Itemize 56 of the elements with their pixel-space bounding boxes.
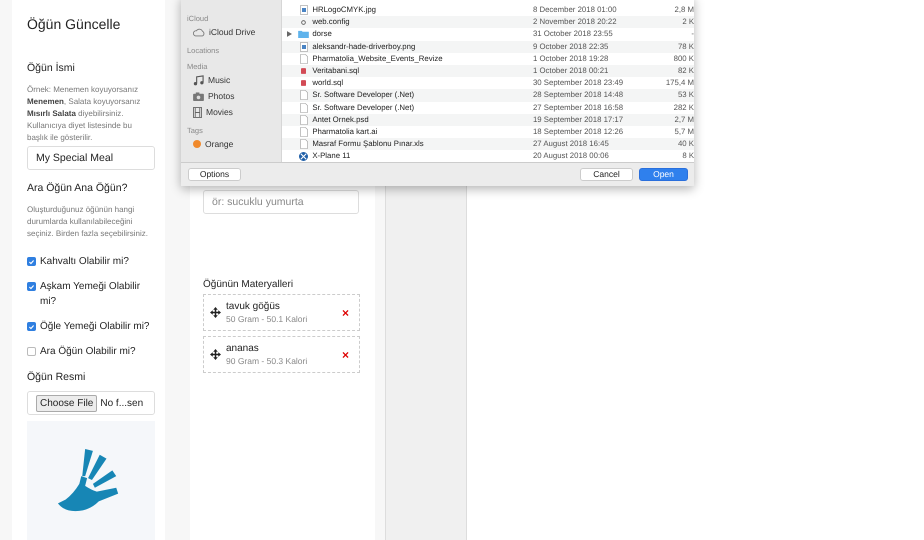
page-title: Öğün Güncelle <box>27 16 122 32</box>
meal-name-field[interactable]: My Special Meal <box>27 146 155 170</box>
camera-icon <box>193 92 204 100</box>
ingredient-detail: 50 Gram - 50.1 Kalori <box>226 312 308 326</box>
move-icon[interactable] <box>210 307 221 318</box>
document-icon <box>300 139 308 150</box>
sidebar-item[interactable]: Music <box>187 72 281 88</box>
document-icon <box>300 102 308 113</box>
checkbox-label: Kahvaltı Olabilir mi? <box>40 255 130 269</box>
field-label: Öğün İsmi <box>27 62 76 75</box>
sidebar-item-label: iCloud Drive <box>209 26 256 39</box>
film-icon <box>193 106 202 118</box>
checkbox-label: Öğle Yemeği Olabilir mi? <box>40 320 150 334</box>
sidebar-item-label: Photos <box>208 90 234 103</box>
move-icon[interactable] <box>210 349 221 360</box>
file-input[interactable]: Choose File No f...sen <box>27 391 155 415</box>
sidebar-item-label: Music <box>208 74 230 87</box>
sidebar-item[interactable]: Photos <box>187 88 281 104</box>
music-note-icon <box>193 74 204 86</box>
ingredient-detail: 90 Gram - 50.3 Kalori <box>226 354 308 368</box>
section-heading: Öğünün Materyalleri <box>203 278 294 291</box>
ingredient-item[interactable]: ananas 90 Gram - 50.3 Kalori × <box>203 336 360 373</box>
help-text: Örnek: Menemen koyuyorsanız Menemen, Salata koyuyorsanız Mısırlı Salata diyebilirsiniz. Kullanıcıya diyet listesinde bu başlık ile gösterilir. <box>27 84 142 144</box>
image-file-icon <box>300 5 308 16</box>
open-button[interactable]: Open <box>639 168 688 182</box>
options-button[interactable]: Options <box>188 168 241 182</box>
checkbox-label: Aşkam Yemeği Olabilir mi? <box>40 280 142 309</box>
ingredient-item[interactable]: tavuk göğüs 50 Gram - 50.1 Kalori × <box>203 294 360 331</box>
sidebar-item[interactable]: Movies <box>187 104 281 120</box>
help-text: Oluşturduğunuz öğünün hangi durumlarda kullanılabileceğini seçiniz. Birden fazla seçebilirsiniz. <box>27 204 149 240</box>
image-file-icon <box>300 42 308 52</box>
document-icon <box>300 126 308 137</box>
sidebar-item[interactable]: Orange <box>187 136 281 152</box>
sidebar-item[interactable]: iCloud Drive <box>187 24 281 40</box>
ingredient-search-field[interactable]: ör: sucuklu yumurta <box>203 190 359 214</box>
field-label: Ara Öğün Ana Öğün? <box>27 182 128 195</box>
sidebar-item-label: Orange <box>205 138 234 151</box>
sidebar-item-label: Movies <box>206 106 233 119</box>
checkbox[interactable] <box>27 282 36 291</box>
ingredient-name: tavuk göğüs <box>226 300 281 312</box>
remove-button[interactable]: × <box>342 306 349 318</box>
ingredient-name: ananas <box>226 342 260 354</box>
checkbox[interactable] <box>27 322 36 331</box>
checkbox[interactable] <box>27 257 36 266</box>
choose-file-button[interactable]: Choose File <box>36 394 98 412</box>
document-icon <box>300 114 308 125</box>
document-icon <box>300 54 308 64</box>
document-icon <box>300 90 308 100</box>
file-status: No f...sen <box>100 398 144 408</box>
cloud-icon <box>193 28 205 36</box>
cancel-button[interactable]: Cancel <box>580 168 633 182</box>
remove-button[interactable]: × <box>342 348 349 360</box>
field-label: Öğün Resmi <box>27 371 86 384</box>
disclosure-triangle-icon[interactable] <box>287 31 292 38</box>
checkbox-label: Ara Öğün Olabilir mi? <box>40 344 137 359</box>
checkbox[interactable] <box>27 347 36 356</box>
